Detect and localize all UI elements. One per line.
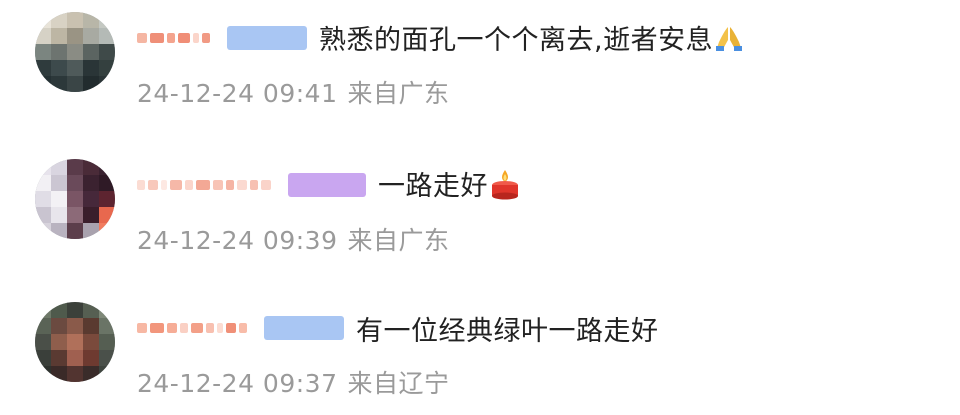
comment-meta: 24-12-24 09:41 来自广东 <box>137 74 450 110</box>
username-redacted[interactable] <box>137 173 274 197</box>
comment-text: 一路走好 <box>378 164 520 207</box>
comment-text: 熟悉的面孔一个个离去,逝者安息 <box>319 18 743 59</box>
comment-item[interactable]: 熟悉的面孔一个个离去,逝者安息 24-12-24 09:41 来自广东 <box>0 0 960 120</box>
user-badge <box>288 173 366 197</box>
comment-meta: 24-12-24 09:37 来自辽宁 <box>137 364 450 400</box>
avatar[interactable] <box>35 12 115 92</box>
comment-source: 来自广东 <box>347 79 450 108</box>
candle-emoji-icon <box>490 168 520 207</box>
comment-time: 24-12-24 09:41 <box>137 79 338 108</box>
comment-time: 24-12-24 09:39 <box>137 226 338 255</box>
user-badge <box>227 26 307 50</box>
comment-meta: 24-12-24 09:39 来自广东 <box>137 221 450 257</box>
user-badge <box>264 316 344 340</box>
comment-list: 熟悉的面孔一个个离去,逝者安息 24-12-24 09:41 来自广东 一路走好… <box>0 0 960 415</box>
comment-source: 来自辽宁 <box>347 369 450 398</box>
comment-time: 24-12-24 09:37 <box>137 369 338 398</box>
username-redacted[interactable] <box>137 316 250 340</box>
comment-source: 来自广东 <box>347 226 450 255</box>
avatar[interactable] <box>35 159 115 239</box>
comment-text: 有一位经典绿叶一路走好 <box>356 315 659 347</box>
username-redacted[interactable] <box>137 26 213 50</box>
pray-emoji-icon <box>715 24 743 59</box>
avatar[interactable] <box>35 302 115 382</box>
comment-item[interactable]: 有一位经典绿叶一路走好 24-12-24 09:37 来自辽宁 <box>0 290 960 410</box>
comment-item[interactable]: 一路走好 24-12-24 09:39 来自广东 <box>0 147 960 267</box>
